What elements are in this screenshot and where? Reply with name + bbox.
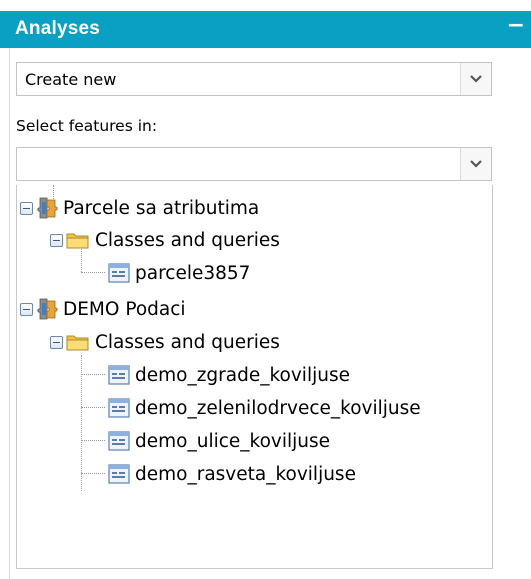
group-label: Classes and queries: [95, 229, 280, 251]
feature-class-icon: [108, 398, 130, 418]
database-puzzle-icon: [37, 197, 58, 219]
database-puzzle-icon: [37, 298, 58, 320]
tree-node-datasource[interactable]: DEMO Podaci: [20, 295, 186, 323]
item-label: demo_rasveta_koviljuse: [135, 463, 356, 485]
analyses-panel: Analyses − Create new Select features in…: [0, 0, 531, 579]
datasource-label: DEMO Podaci: [63, 298, 186, 320]
tree-node-item[interactable]: demo_rasveta_koviljuse: [108, 460, 356, 488]
panel-header[interactable]: Analyses −: [0, 11, 531, 48]
panel-title: Analyses: [15, 18, 101, 39]
mode-select-arrow[interactable]: [460, 63, 491, 95]
collapse-icon[interactable]: −: [507, 15, 525, 37]
tree-node-item[interactable]: parcele3857: [108, 259, 250, 287]
datasource-label: Parcele sa atributima: [63, 197, 260, 219]
tree-connector: [81, 374, 105, 375]
tree-node-item[interactable]: demo_zgrade_koviljuse: [108, 361, 350, 389]
features-select-arrow[interactable]: [460, 148, 491, 180]
tree-node-group[interactable]: Classes and queries: [50, 226, 280, 254]
collapse-minus-icon[interactable]: [50, 335, 63, 349]
features-select[interactable]: [16, 147, 492, 181]
tree-connector: [81, 440, 105, 441]
mode-select[interactable]: Create new: [16, 62, 492, 96]
collapse-minus-icon[interactable]: [50, 233, 63, 247]
tree-node-item[interactable]: demo_ulice_koviljuse: [108, 427, 330, 455]
tree-connector: [81, 355, 82, 491]
chevron-down-icon: [470, 160, 482, 168]
panel-left-border: [9, 48, 10, 579]
tree-connector: [81, 473, 105, 474]
folder-icon: [66, 233, 89, 249]
tree-connector: [81, 407, 105, 408]
group-label: Classes and queries: [95, 331, 280, 353]
collapse-minus-icon[interactable]: [20, 201, 33, 215]
tree-node-datasource[interactable]: Parcele sa atributima: [20, 194, 259, 222]
chevron-down-icon: [470, 75, 482, 83]
feature-class-icon: [108, 464, 130, 484]
item-label: demo_zgrade_koviljuse: [135, 364, 350, 386]
item-label: demo_zelenilodrvece_koviljuse: [135, 397, 421, 419]
tree-connector: [81, 272, 105, 273]
feature-class-icon: [108, 263, 130, 283]
tree-node-group[interactable]: Classes and queries: [50, 328, 280, 356]
feature-class-icon: [108, 431, 130, 451]
feature-class-icon: [108, 365, 130, 385]
item-label: demo_ulice_koviljuse: [135, 430, 331, 452]
select-features-label: Select features in:: [16, 117, 158, 135]
folder-icon: [66, 335, 89, 351]
tree-node-item[interactable]: demo_zelenilodrvece_koviljuse: [108, 394, 421, 422]
mode-select-value: Create new: [25, 70, 117, 89]
collapse-minus-icon[interactable]: [20, 302, 33, 316]
features-tree[interactable]: Parcele sa atributima Classes and querie…: [16, 185, 493, 569]
item-label: parcele3857: [135, 262, 251, 284]
